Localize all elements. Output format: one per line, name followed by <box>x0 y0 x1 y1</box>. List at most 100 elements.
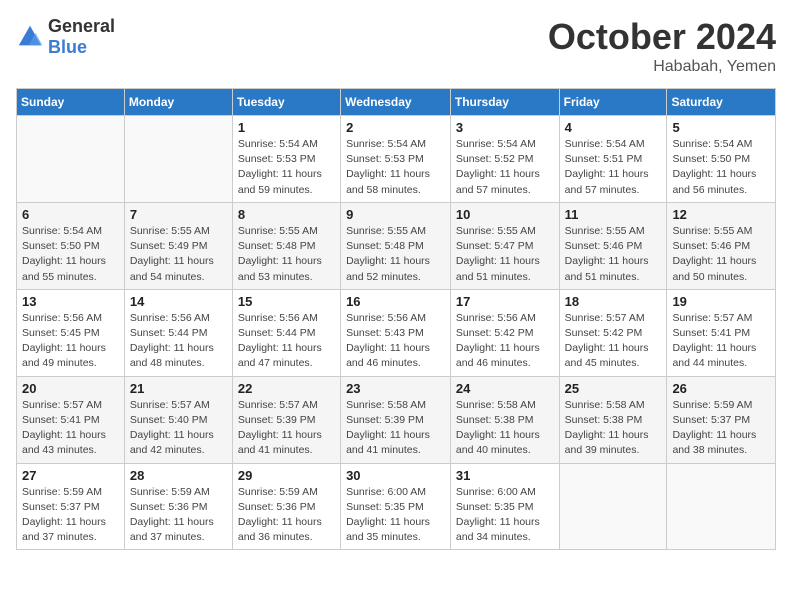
table-row: 29Sunrise: 5:59 AMSunset: 5:36 PMDayligh… <box>232 463 340 550</box>
day-info: Sunrise: 5:54 AMSunset: 5:50 PMDaylight:… <box>672 137 770 198</box>
calendar-week-row: 13 Sunrise: 5:56 AM Sunset: 5:45 PM Dayligh… <box>17 289 776 376</box>
table-row: 24 Sunrise: 5:58 AMSunset: 5:38 PMDayligh… <box>450 376 559 463</box>
sunset-label: Sunset: 5:40 PM <box>130 414 208 426</box>
day-number: 28 <box>130 468 227 483</box>
table-row: 22Sunrise: 5:57 AMSunset: 5:39 PMDayligh… <box>232 376 340 463</box>
sunset-label: Sunset: 5:37 PM <box>672 414 750 426</box>
daylight-label: Daylight: 11 hours and 56 minutes. <box>672 168 756 195</box>
day-number: 14 <box>130 294 227 309</box>
daylight-label: Daylight: 11 hours and 35 minutes. <box>346 516 430 543</box>
day-number: 22 <box>238 381 335 396</box>
daylight-label: Daylight: 11 hours and 39 minutes. <box>565 429 649 456</box>
day-number: 27 <box>22 468 119 483</box>
sunset-label: Sunset: 5:53 PM <box>238 153 316 165</box>
sunrise-label: Sunrise: 5:57 AM <box>238 399 318 411</box>
day-info: Sunrise: 5:55 AMSunset: 5:48 PMDaylight:… <box>346 224 445 285</box>
table-row: 30Sunrise: 6:00 AMSunset: 5:35 PMDayligh… <box>341 463 451 550</box>
daylight-label: Daylight: 11 hours and 51 minutes. <box>565 255 649 282</box>
calendar-week-row: 6Sunrise: 5:54 AMSunset: 5:50 PMDaylight… <box>17 202 776 289</box>
day-number: 3 <box>456 120 554 135</box>
sunset-label: Sunset: 5:47 PM <box>456 240 534 252</box>
sunset-label: Sunset: 5:41 PM <box>22 414 100 426</box>
col-sunday: Sunday <box>17 89 125 116</box>
logo-general: General <box>48 16 115 36</box>
table-row: 10Sunrise: 5:55 AMSunset: 5:47 PMDayligh… <box>450 202 559 289</box>
day-number: 7 <box>130 207 227 222</box>
table-row <box>17 116 125 203</box>
logo-icon <box>16 23 44 51</box>
table-row: 3Sunrise: 5:54 AMSunset: 5:52 PMDaylight… <box>450 116 559 203</box>
day-number: 30 <box>346 468 445 483</box>
table-row: 21Sunrise: 5:57 AMSunset: 5:40 PMDayligh… <box>124 376 232 463</box>
sunset-label: Sunset: 5:46 PM <box>565 240 643 252</box>
sunrise-label: Sunrise: 5:54 AM <box>22 225 102 237</box>
day-info: Sunrise: 5:55 AMSunset: 5:49 PMDaylight:… <box>130 224 227 285</box>
calendar-header-row: Sunday Monday Tuesday Wednesday Thursday… <box>17 89 776 116</box>
sunset-label: Sunset: 5:53 PM <box>346 153 424 165</box>
sunrise-label: Sunrise: 6:00 AM <box>346 486 426 498</box>
table-row: 7 Sunrise: 5:55 AMSunset: 5:49 PMDaylight… <box>124 202 232 289</box>
sunrise-label: Sunrise: 5:56 AM <box>346 312 426 324</box>
sunset-label: Sunset: 5:37 PM <box>22 501 100 513</box>
sunrise-label: Sunrise: 5:55 AM <box>238 225 318 237</box>
daylight-label: Daylight: 11 hours and 48 minutes. <box>130 342 214 369</box>
sunset-label: Sunset: 5:46 PM <box>672 240 750 252</box>
table-row: 8Sunrise: 5:55 AMSunset: 5:48 PMDaylight… <box>232 202 340 289</box>
day-number: 6 <box>22 207 119 222</box>
table-row: 13Sunrise: 5:56 AMSunset: 5:45 PMDayligh… <box>17 289 125 376</box>
sunset-label: Sunset: 5:45 PM <box>22 327 100 339</box>
daylight-label: Daylight: 11 hours and 54 minutes. <box>130 255 214 282</box>
day-number: 29 <box>238 468 335 483</box>
daylight-label: Daylight: 11 hours and 34 minutes. <box>456 516 540 543</box>
sunset-label: Sunset: 5:42 PM <box>565 327 643 339</box>
daylight-label: Daylight: 11 hours and 50 minutes. <box>672 255 756 282</box>
sunrise-label: Sunrise: 5:55 AM <box>565 225 645 237</box>
daylight-label: Daylight: 11 hours and 41 minutes. <box>346 429 430 456</box>
day-number: 21 <box>130 381 227 396</box>
sunrise-label: Sunrise: 5:59 AM <box>130 486 210 498</box>
sunset-label: Sunset: 5:44 PM <box>238 327 316 339</box>
table-row: 18Sunrise: 5:57 AMSunset: 5:42 PMDayligh… <box>559 289 667 376</box>
sunset-label: Sunset: 5:39 PM <box>238 414 316 426</box>
day-number: 24 <box>456 381 554 396</box>
sunrise-label: Sunrise: 6:00 AM <box>456 486 536 498</box>
col-wednesday: Wednesday <box>341 89 451 116</box>
sunrise-label: Sunrise: 5:54 AM <box>238 138 318 150</box>
day-number: 8 <box>238 207 335 222</box>
daylight-label: Daylight: 11 hours and 46 minutes. <box>456 342 540 369</box>
table-row: 19Sunrise: 5:57 AMSunset: 5:41 PMDayligh… <box>667 289 776 376</box>
table-row: 6Sunrise: 5:54 AMSunset: 5:50 PMDaylight… <box>17 202 125 289</box>
sunrise-label: Sunrise: 5:58 AM <box>456 399 536 411</box>
sunset-label: Sunset: 5:48 PM <box>346 240 424 252</box>
day-info: Sunrise: 5:54 AMSunset: 5:51 PMDaylight:… <box>565 137 662 198</box>
table-row: 28Sunrise: 5:59 AMSunset: 5:36 PMDayligh… <box>124 463 232 550</box>
day-number: 9 <box>346 207 445 222</box>
table-row: 20Sunrise: 5:57 AMSunset: 5:41 PMDayligh… <box>17 376 125 463</box>
day-info: Sunrise: 5:55 AM Sunset: 5:46 PM Daylight:… <box>565 224 662 285</box>
day-number: 26 <box>672 381 770 396</box>
table-row: 27Sunrise: 5:59 AMSunset: 5:37 PMDayligh… <box>17 463 125 550</box>
day-number: 19 <box>672 294 770 309</box>
table-row: 9Sunrise: 5:55 AMSunset: 5:48 PMDaylight… <box>341 202 451 289</box>
table-row: 31Sunrise: 6:00 AMSunset: 5:35 PMDayligh… <box>450 463 559 550</box>
sunrise-label: Sunrise: 5:55 AM <box>346 225 426 237</box>
table-row: 16Sunrise: 5:56 AMSunset: 5:43 PMDayligh… <box>341 289 451 376</box>
logo-blue: Blue <box>48 37 87 57</box>
sunrise-label: Sunrise: 5:56 AM <box>456 312 536 324</box>
sunrise-label: Sunrise: 5:54 AM <box>456 138 536 150</box>
daylight-label: Daylight: 11 hours and 44 minutes. <box>672 342 756 369</box>
daylight-label: Daylight: 11 hours and 49 minutes. <box>22 342 106 369</box>
day-number: 11 <box>565 207 662 222</box>
sunset-label: Sunset: 5:42 PM <box>456 327 534 339</box>
sunrise-label: Sunrise: 5:57 AM <box>565 312 645 324</box>
day-number: 2 <box>346 120 445 135</box>
day-info: Sunrise: 5:56 AMSunset: 5:44 PMDaylight:… <box>130 311 227 372</box>
sunrise-label: Sunrise: 5:59 AM <box>672 399 752 411</box>
day-number: 18 <box>565 294 662 309</box>
day-info: Sunrise: 6:00 AMSunset: 5:35 PMDaylight:… <box>456 485 554 546</box>
day-info: Sunrise: 5:58 AMSunset: 5:38 PMDaylight:… <box>456 398 554 459</box>
day-number: 13 <box>22 294 119 309</box>
sunrise-label: Sunrise: 5:55 AM <box>672 225 752 237</box>
col-tuesday: Tuesday <box>232 89 340 116</box>
sunset-label: Sunset: 5:43 PM <box>346 327 424 339</box>
